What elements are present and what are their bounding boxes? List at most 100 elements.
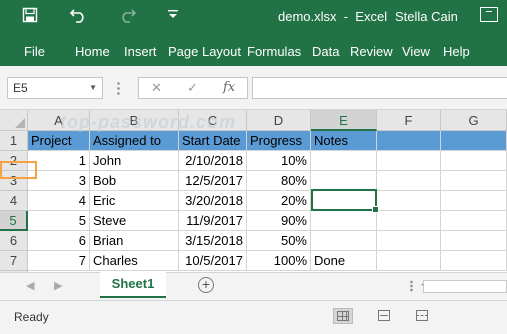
row-header-1[interactable]: 1 bbox=[0, 131, 28, 151]
cell-g5[interactable] bbox=[441, 211, 507, 231]
cell-b2[interactable]: John bbox=[90, 151, 179, 171]
cell-b5[interactable]: Steve bbox=[90, 211, 179, 231]
redo-icon[interactable] bbox=[118, 7, 137, 28]
status-bar: Ready bbox=[0, 300, 507, 334]
cell-a7[interactable]: 7 bbox=[28, 251, 90, 271]
watermark: top-password.com bbox=[60, 112, 237, 132]
row-header-4[interactable]: 4 bbox=[0, 191, 28, 211]
save-icon[interactable] bbox=[22, 7, 38, 28]
cell-c3[interactable]: 12/5/2017 bbox=[179, 171, 247, 191]
cell-c2[interactable]: 2/10/2018 bbox=[179, 151, 247, 171]
cell-d5[interactable]: 90% bbox=[247, 211, 311, 231]
resize-handle[interactable] bbox=[117, 81, 120, 95]
undo-icon[interactable] bbox=[69, 7, 88, 28]
sheet-tab-sheet1[interactable]: Sheet1 bbox=[100, 272, 166, 298]
column-header-f[interactable]: F bbox=[377, 110, 441, 131]
cell-f2[interactable] bbox=[377, 151, 441, 171]
cell-e6[interactable] bbox=[311, 231, 377, 251]
cell-c6[interactable]: 3/15/2018 bbox=[179, 231, 247, 251]
scroll-left-icon[interactable]: ◀ bbox=[26, 279, 34, 292]
cell-g7[interactable] bbox=[441, 251, 507, 271]
tab-home[interactable]: Home bbox=[75, 44, 110, 59]
ribbon-tabs: File Home Insert Page Layout Formulas Da… bbox=[0, 36, 507, 66]
add-sheet-icon[interactable]: + bbox=[198, 277, 214, 293]
cell-g4[interactable] bbox=[441, 191, 507, 211]
cell-f5[interactable] bbox=[377, 211, 441, 231]
cell-b6[interactable]: Brian bbox=[90, 231, 179, 251]
cell-b4[interactable]: Eric bbox=[90, 191, 179, 211]
column-header-g[interactable]: G bbox=[441, 110, 507, 131]
window-title: demo.xlsx - Excel bbox=[278, 9, 388, 24]
cell-c4[interactable]: 3/20/2018 bbox=[179, 191, 247, 211]
column-header-d[interactable]: D bbox=[247, 110, 311, 131]
cell-d2[interactable]: 10% bbox=[247, 151, 311, 171]
enter-icon[interactable]: ✓ bbox=[187, 80, 198, 96]
tab-split-handle[interactable] bbox=[410, 280, 413, 293]
cell-b3[interactable]: Bob bbox=[90, 171, 179, 191]
tab-insert[interactable]: Insert bbox=[124, 44, 157, 59]
cell-g6[interactable] bbox=[441, 231, 507, 251]
cell-f3[interactable] bbox=[377, 171, 441, 191]
ribbon-display-icon[interactable] bbox=[480, 7, 498, 22]
cell-g3[interactable] bbox=[441, 171, 507, 191]
sheet-tab-bar: ◀ ▶ Sheet1 + ◀ bbox=[0, 272, 507, 301]
cell-b7[interactable]: Charles bbox=[90, 251, 179, 271]
cell-c1[interactable]: Start Date bbox=[179, 131, 247, 151]
cell-a1[interactable]: Project bbox=[28, 131, 90, 151]
cell-a2[interactable]: 1 bbox=[28, 151, 90, 171]
cell-c5[interactable]: 11/9/2017 bbox=[179, 211, 247, 231]
scroll-right-icon[interactable]: ▶ bbox=[54, 279, 62, 292]
cell-d3[interactable]: 80% bbox=[247, 171, 311, 191]
cell-f6[interactable] bbox=[377, 231, 441, 251]
cell-c7[interactable]: 10/5/2017 bbox=[179, 251, 247, 271]
cell-b1[interactable]: Assigned to bbox=[90, 131, 179, 151]
select-all-corner[interactable] bbox=[0, 110, 28, 131]
title-bar: demo.xlsx - Excel Stella Cain bbox=[0, 0, 507, 36]
cell-a6[interactable]: 6 bbox=[28, 231, 90, 251]
cell-f7[interactable] bbox=[377, 251, 441, 271]
formula-bar: E5 ▼ ✕ ✓ fx bbox=[0, 66, 507, 110]
cancel-icon[interactable]: ✕ bbox=[151, 80, 162, 96]
active-cell-selection[interactable] bbox=[311, 189, 379, 213]
user-name[interactable]: Stella Cain bbox=[395, 9, 458, 24]
tab-formulas[interactable]: Formulas bbox=[247, 44, 301, 59]
row-highlight-box bbox=[0, 161, 37, 179]
cell-g2[interactable] bbox=[441, 151, 507, 171]
customize-dropdown-icon[interactable] bbox=[168, 10, 178, 23]
page-break-view-icon[interactable] bbox=[412, 308, 432, 324]
cell-e7[interactable]: Done bbox=[311, 251, 377, 271]
cell-a5[interactable]: 5 bbox=[28, 211, 90, 231]
cell-d4[interactable]: 20% bbox=[247, 191, 311, 211]
cell-f4[interactable] bbox=[377, 191, 441, 211]
cell-g1[interactable] bbox=[441, 131, 507, 151]
tab-view[interactable]: View bbox=[402, 44, 430, 59]
tab-review[interactable]: Review bbox=[350, 44, 393, 59]
formula-input[interactable] bbox=[252, 77, 507, 99]
column-header-e[interactable]: E bbox=[311, 110, 377, 131]
cell-d7[interactable]: 100% bbox=[247, 251, 311, 271]
cell-e5[interactable] bbox=[311, 211, 377, 231]
name-box[interactable]: E5 ▼ bbox=[7, 77, 103, 99]
horizontal-scrollbar[interactable] bbox=[423, 280, 507, 293]
page-layout-view-icon[interactable] bbox=[374, 308, 394, 324]
tab-page-layout[interactable]: Page Layout bbox=[168, 44, 241, 59]
cell-d1[interactable]: Progress bbox=[247, 131, 311, 151]
cell-e3[interactable] bbox=[311, 171, 377, 191]
normal-view-icon[interactable] bbox=[333, 308, 353, 324]
status-text: Ready bbox=[14, 310, 49, 324]
cell-a4[interactable]: 4 bbox=[28, 191, 90, 211]
tab-help[interactable]: Help bbox=[443, 44, 470, 59]
tab-file[interactable]: File bbox=[24, 44, 45, 59]
cell-e2[interactable] bbox=[311, 151, 377, 171]
row-header-6[interactable]: 6 bbox=[0, 231, 28, 251]
cell-d6[interactable]: 50% bbox=[247, 231, 311, 251]
cell-f1[interactable] bbox=[377, 131, 441, 151]
cell-a3[interactable]: 3 bbox=[28, 171, 90, 191]
cell-e1[interactable]: Notes bbox=[311, 131, 377, 151]
insert-function-icon[interactable]: fx bbox=[223, 80, 235, 95]
row-header-5[interactable]: 5 bbox=[0, 211, 28, 231]
tab-data[interactable]: Data bbox=[312, 44, 339, 59]
formula-buttons: ✕ ✓ fx bbox=[138, 77, 248, 99]
row-header-7[interactable]: 7 bbox=[0, 251, 28, 271]
chevron-down-icon[interactable]: ▼ bbox=[89, 78, 97, 98]
